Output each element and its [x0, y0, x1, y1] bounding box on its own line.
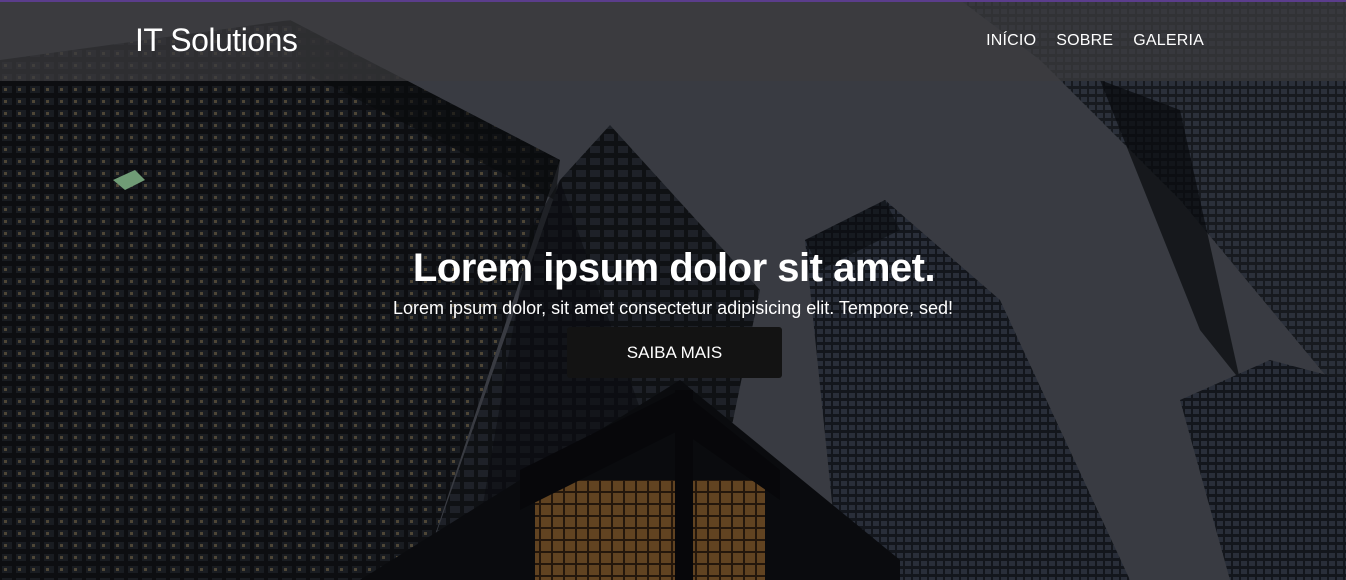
nav-link-galeria[interactable]: GALERIA [1133, 32, 1204, 50]
nav-link-inicio[interactable]: INÍCIO [986, 32, 1036, 50]
brand-logo-text[interactable]: IT Solutions [135, 22, 298, 59]
hero-subtitle: Lorem ipsum dolor, sit amet consectetur … [393, 298, 953, 318]
hero-title: Lorem ipsum dolor sit amet. [412, 246, 936, 290]
main-nav: INÍCIO SOBRE GALERIA [986, 32, 1204, 50]
hero-content: Lorem ipsum dolor sit amet. Lorem ipsum … [0, 244, 1346, 378]
saiba-mais-button[interactable]: SAIBA MAIS [567, 327, 782, 378]
nav-link-sobre[interactable]: SOBRE [1056, 32, 1113, 50]
navbar: IT Solutions INÍCIO SOBRE GALERIA [0, 2, 1346, 81]
